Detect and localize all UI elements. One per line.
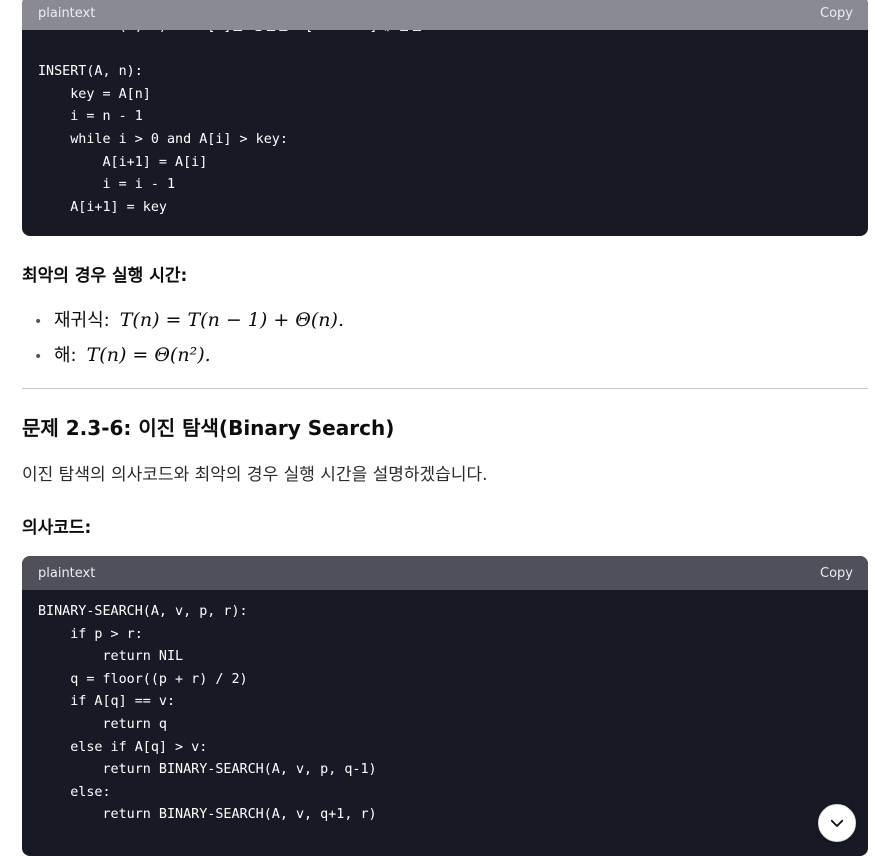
list-item: • 재귀식: T(n) = T(n − 1) + Θ(n).: [34, 306, 344, 341]
code-content: BINARY-SEARCH(A, v, p, r): if p > r: ret…: [38, 604, 377, 823]
worst-case-heading: 최악의 경우 실행 시간:: [22, 266, 188, 286]
chevron-down-icon: [830, 819, 844, 827]
code-language-label: plaintext: [38, 5, 96, 21]
solution-math: T(n) = Θ(n²).: [86, 344, 211, 366]
bullet-label: 재귀식:: [54, 310, 110, 331]
code-header: plaintext Copy: [22, 0, 868, 30]
bullet-icon: •: [34, 314, 43, 330]
problem-heading: 문제 2.3-6: 이진 탐색(Binary Search): [22, 416, 395, 440]
intro-paragraph: 이진 탐색의 의사코드와 최악의 경우 실행 시간을 설명하겠습니다.: [22, 465, 488, 485]
copy-label: Copy: [820, 565, 853, 581]
code-block-insert: INSERT(A, n) # A[n]을 정렬된 A[1 : n-1]에 삽입 …: [22, 0, 868, 236]
code-language-label: plaintext: [38, 565, 96, 581]
copy-code-button[interactable]: Copy: [820, 6, 853, 21]
scroll-down-button[interactable]: [818, 804, 856, 842]
copy-code-button[interactable]: Copy: [820, 566, 853, 581]
code-block-binary-search: plaintext Copy BINARY-SEARCH(A, v, p, r)…: [22, 556, 868, 856]
pseudocode-heading: 의사코드:: [22, 518, 92, 538]
list-item: • 해: T(n) = Θ(n²).: [34, 341, 344, 376]
code-header: plaintext Copy: [22, 556, 868, 590]
bullet-label: 해:: [54, 345, 77, 366]
complexity-list: • 재귀식: T(n) = T(n − 1) + Θ(n). • 해: T(n)…: [34, 306, 344, 376]
copy-label: Copy: [820, 5, 853, 21]
divider: [22, 388, 868, 389]
bullet-icon: •: [34, 349, 43, 365]
recurrence-math: T(n) = T(n − 1) + Θ(n).: [119, 309, 344, 331]
code-content: INSERT(A, n) # A[n]을 정렬된 A[1 : n-1]에 삽입 …: [38, 19, 423, 215]
